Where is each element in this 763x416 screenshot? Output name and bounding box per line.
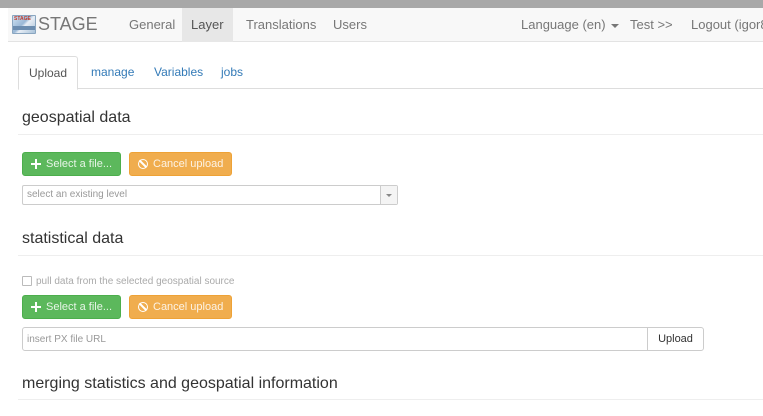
section-divider (18, 399, 763, 400)
test-link[interactable]: Test >> (630, 8, 673, 42)
logo-strip (13, 26, 35, 30)
language-label: Language (en) (521, 17, 606, 32)
tab-manage[interactable]: manage (91, 56, 134, 89)
nav-item-layer[interactable]: Layer (182, 8, 233, 42)
select-file-label: Select a file... (46, 301, 113, 313)
logout-link[interactable]: Logout (igor8) (691, 8, 763, 42)
plus-icon (31, 159, 41, 169)
navbar: STAGE STAGE General Layer Translations U… (8, 8, 763, 42)
chevron-down-icon (380, 186, 397, 204)
language-dropdown[interactable]: Language (en) (521, 8, 619, 42)
tab-upload[interactable]: Upload (18, 56, 79, 90)
section-divider (18, 134, 763, 135)
pull-data-option: pull data from the selected geospatial s… (22, 274, 234, 288)
geospatial-cancel-upload-button[interactable]: Cancel upload (129, 152, 233, 176)
brand-name: STAGE (38, 14, 98, 34)
ban-icon (138, 159, 148, 169)
merging-section-title: merging statistics and geospatial inform… (22, 375, 338, 392)
pull-data-checkbox[interactable] (22, 276, 32, 286)
geospatial-select-file-button[interactable]: Select a file... (22, 152, 122, 176)
tab-variables[interactable]: Variables (154, 56, 203, 89)
ban-icon (138, 302, 148, 312)
geospatial-section-title: geospatial data (22, 109, 131, 126)
statistical-cancel-upload-button[interactable]: Cancel upload (129, 295, 233, 319)
logo-mark: STAGE (14, 16, 31, 22)
stage-logo-icon: STAGE (12, 15, 36, 34)
tab-jobs[interactable]: jobs (221, 56, 243, 89)
caret-down-icon (610, 23, 619, 28)
nav-item-general[interactable]: General (129, 8, 175, 42)
select-file-label: Select a file... (46, 158, 113, 170)
plus-icon (31, 302, 41, 312)
nav-item-users[interactable]: Users (333, 8, 367, 42)
pull-data-label: pull data from the selected geospatial s… (36, 275, 235, 287)
nav-item-translations[interactable]: Translations (246, 8, 316, 42)
cancel-upload-label: Cancel upload (153, 158, 224, 170)
upload-tabs: Upload manage Variables jobs (18, 56, 763, 90)
level-select-placeholder: select an existing level (27, 189, 128, 200)
section-divider (18, 255, 763, 256)
statistical-section-title: statistical data (22, 230, 124, 247)
statistical-select-file-button[interactable]: Select a file... (22, 295, 122, 319)
px-file-url-input[interactable] (22, 327, 648, 351)
upload-button[interactable]: Upload (647, 327, 704, 351)
cancel-upload-label: Cancel upload (153, 301, 224, 313)
window-top-strip (0, 0, 763, 8)
existing-level-select[interactable]: select an existing level (22, 185, 398, 205)
